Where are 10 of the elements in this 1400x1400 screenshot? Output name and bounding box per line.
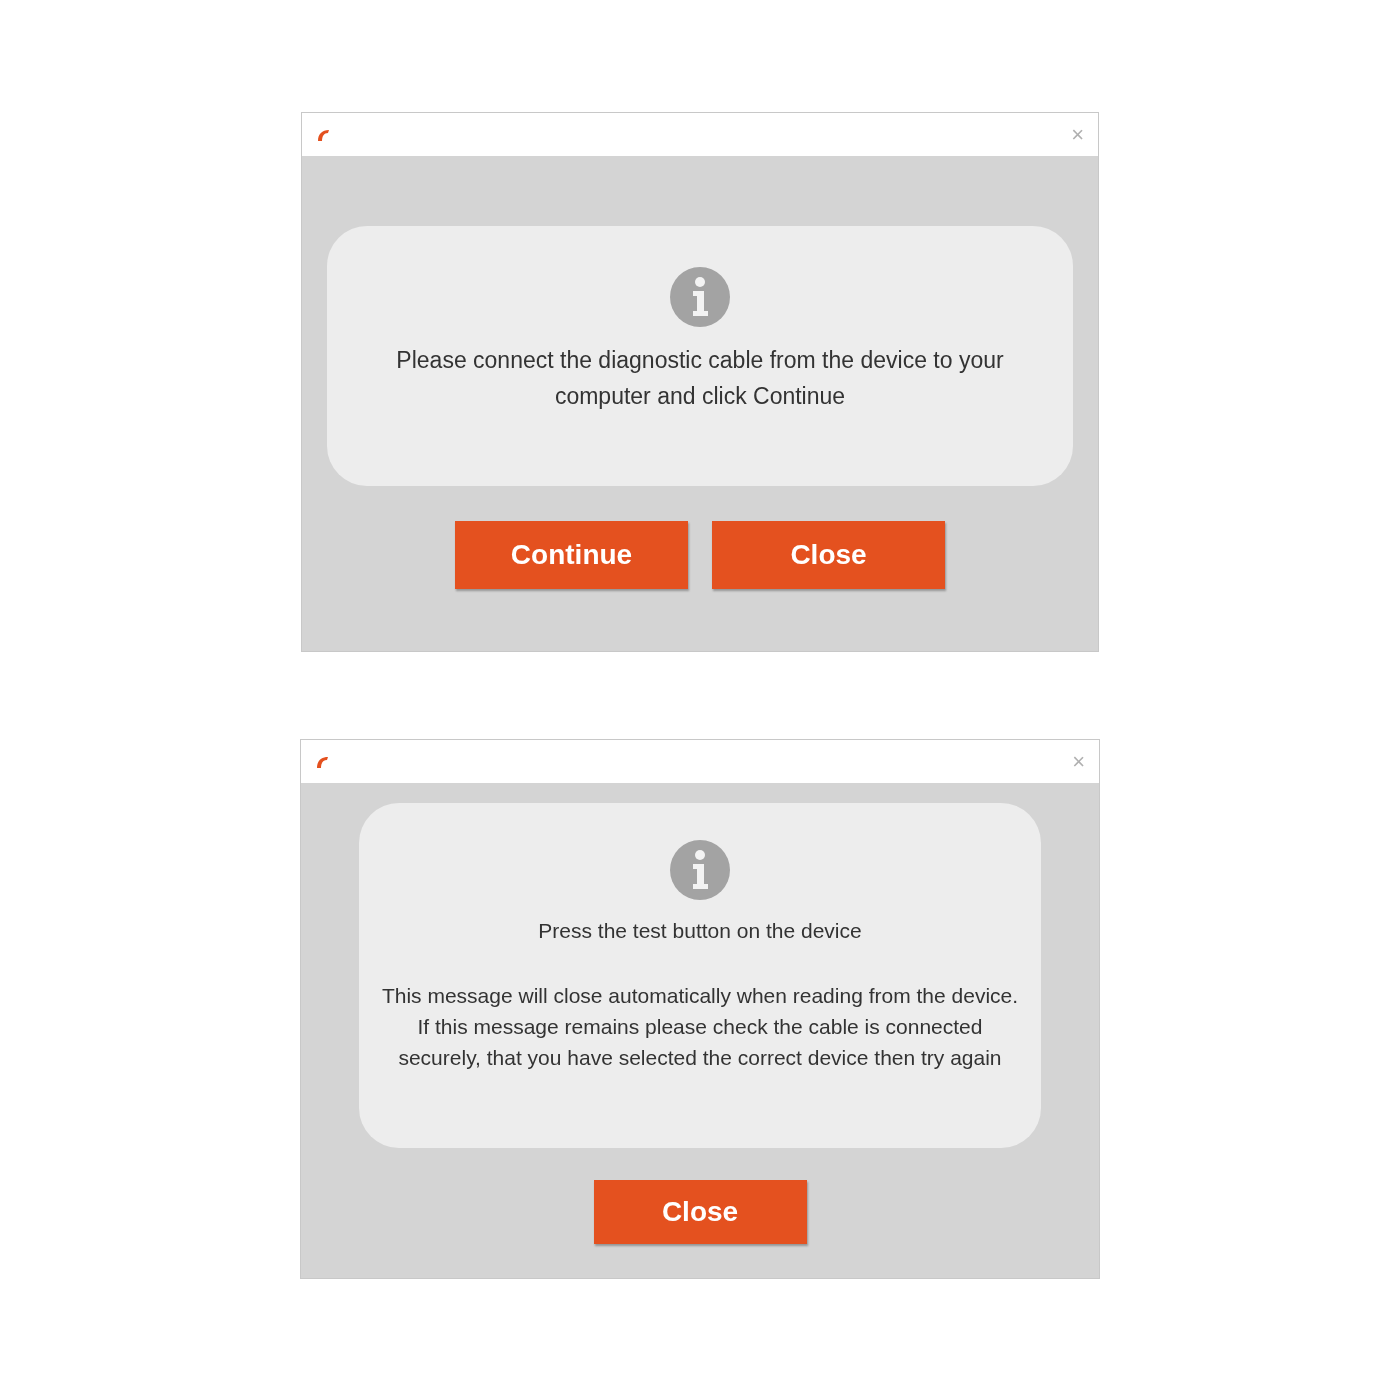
info-icon	[669, 839, 731, 901]
app-logo-icon	[316, 128, 330, 141]
message-text: Please connect the diagnostic cable from the device to your computer and click Continue	[395, 346, 1005, 411]
info-icon	[669, 266, 731, 328]
message-text: This message will close automatically when reading from the device. If this message remains please check the cable is connected securely, that you have selected the correct device then try again	[380, 983, 1020, 1071]
dialog-button[interactable]: Close	[712, 521, 945, 589]
dialog-button[interactable]: Continue	[455, 521, 688, 589]
app-logo-icon	[315, 755, 329, 768]
message-text: Press the test button on the device	[537, 918, 863, 944]
dialog-button[interactable]: Close	[593, 1180, 807, 1244]
